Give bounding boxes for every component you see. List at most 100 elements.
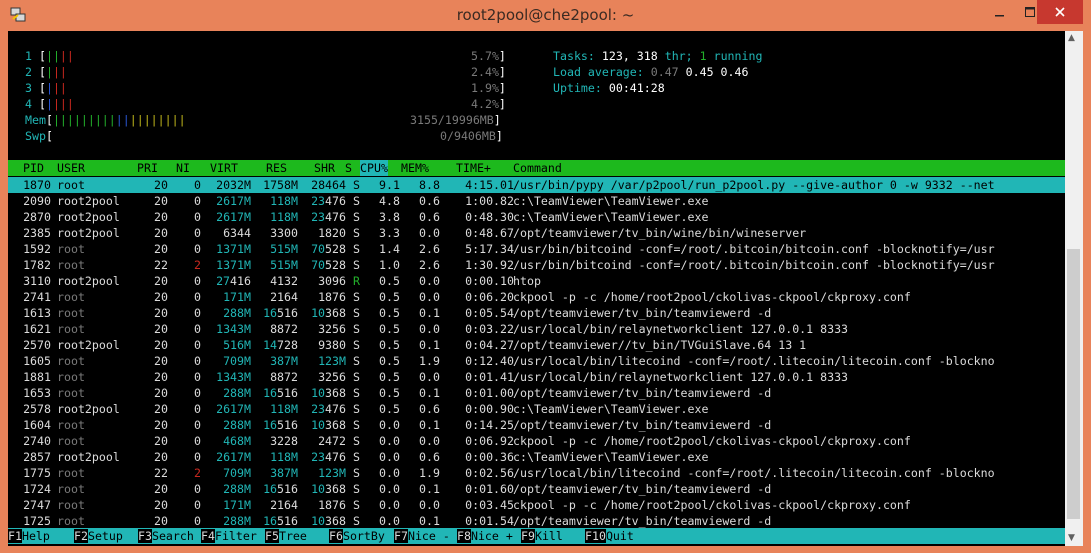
minimize-button[interactable] [984, 0, 1016, 24]
close-button[interactable] [1037, 0, 1083, 24]
cell-cmd: ckpool -p -c /home/root2pool/ckolivas-ck… [513, 434, 911, 448]
cell-cmd: ckpool -p -c /home/root2pool/ckolivas-ck… [513, 498, 911, 512]
scrollbar-thumb[interactable] [1067, 249, 1080, 519]
table-row[interactable]: 1605 root 20 0 709M 387M 123M S 0.5 1.9 0:12.40/us… [8, 353, 1065, 369]
cell-res: 16516 [263, 306, 298, 320]
table-row[interactable]: 1775 root 22 2 709M 387M 123M S 0.0 1.9 0:02.56/us… [8, 465, 1065, 481]
cell-time: 4:15.01 [465, 178, 514, 192]
cell-pid: 2740 [23, 434, 51, 448]
process-list[interactable]: 1870 root 20 0 2032M 1758M 28464 S 9.1 8.8 4:15.01… [8, 177, 1065, 529]
tasks-summary: Tasks: 123, 318 thr; 1 running [553, 49, 763, 63]
col-mem[interactable]: MEM% [401, 160, 429, 176]
table-row[interactable]: 2857 root2pool 20 0 2617M 118M 23476 S 0.0 0.6 0:0… [8, 449, 1065, 465]
table-row[interactable]: 1621 root 20 0 1343M 8872 3256 S 0.5 0.0 0:03.22/u… [8, 321, 1065, 337]
col-user[interactable]: USER [57, 160, 85, 176]
cell-mem: 2.6 [419, 258, 440, 272]
table-row[interactable]: 1653 root 20 0 288M 16516 10368 S 0.5 0.1 0:01.00/… [8, 385, 1065, 401]
cell-pri: 20 [154, 418, 168, 432]
scrollbar[interactable]: ▲ ▼ [1065, 31, 1083, 546]
cell-s: S [353, 338, 360, 352]
cell-user: root [57, 434, 85, 448]
table-row[interactable]: 2870 root2pool 20 0 2617M 118M 23476 S 3.8 0.6 0:4… [8, 209, 1065, 225]
col-shr[interactable]: SHR [314, 160, 335, 176]
fkey-f2[interactable]: F2Setup [74, 528, 130, 544]
fkey-f3[interactable]: F3Search [138, 528, 194, 544]
fkey-f5[interactable]: F5Tree [265, 528, 321, 544]
table-row[interactable]: 1725 root 20 0 288M 16516 10368 S 0.0 0.1 0:01.54/… [8, 513, 1065, 529]
cell-s: S [353, 514, 360, 528]
fkey-key: F3 [138, 529, 152, 543]
fkey-f6[interactable]: F6SortBy [329, 528, 385, 544]
cell-shr: 28464 [311, 178, 346, 192]
cell-cpu: 0.5 [379, 402, 400, 416]
table-row[interactable]: 2090 root2pool 20 0 2617M 118M 23476 S 4.8 0.6 1:0… [8, 193, 1065, 209]
table-row[interactable]: 2741 root 20 0 171M 2164 1876 S 0.5 0.0 0:06.20 ckp… [8, 289, 1065, 305]
cell-res: 16516 [263, 418, 298, 432]
cell-time: 0:48.30 [465, 210, 514, 224]
fkey-f8[interactable]: F8Nice + [457, 528, 513, 544]
col-s[interactable]: S [345, 160, 352, 176]
terminal-area[interactable]: 1 [|||| 5.7%] 2 [||| 2.4%] 3 [||| 1.9%] … [8, 31, 1065, 546]
col-pri[interactable]: PRI [137, 160, 158, 176]
cell-mem: 0.0 [419, 226, 440, 240]
cell-time: 0:01.00 [465, 386, 514, 400]
cell-virt: 2617M [216, 194, 251, 208]
table-row[interactable]: 1724 root 20 0 288M 16516 10368 S 0.0 0.1 0:01.60/… [8, 481, 1065, 497]
cell-mem: 0.0 [419, 274, 440, 288]
uptime: Uptime: 00:41:28 [553, 81, 665, 95]
col-pid[interactable]: PID [23, 160, 44, 176]
fkey-f7[interactable]: F7Nice - [394, 528, 450, 544]
cell-pid: 1725 [23, 514, 51, 528]
cell-pri: 20 [154, 242, 168, 256]
table-row[interactable]: 1613 root 20 0 288M 16516 10368 S 0.5 0.1 0:05.54/… [8, 305, 1065, 321]
cell-time: 0:00.10 [465, 274, 514, 288]
cell-cpu: 0.0 [379, 434, 400, 448]
function-key-bar: F1Help F2Setup F3Search F4Filter F5Tree F6… [8, 528, 1065, 544]
process-table-header[interactable]: PID USER PRI NI VIRT RES SHR S CPU% MEM%… [8, 160, 1065, 176]
cell-ni: 0 [194, 178, 201, 192]
terminal-window: root2pool@che2pool: ~ 1 [|||| 5.7%] 2 [|… [0, 0, 1091, 553]
table-row-selected[interactable]: 1870 root 20 0 2032M 1758M 28464 S 9.1 8.8 4:15.01… [8, 177, 1065, 193]
fkey-key: F5 [265, 529, 279, 543]
col-time[interactable]: TIME+ [456, 160, 491, 176]
cell-s: S [353, 322, 360, 336]
fkey-f4[interactable]: F4Filter [201, 528, 257, 544]
col-cpu[interactable]: CPU% [360, 160, 388, 176]
col-command[interactable]: Command [513, 160, 562, 176]
cell-ni: 0 [194, 338, 201, 352]
table-row[interactable]: 1782 root 22 2 1371M 515M 70528 S 1.0 2.6 1:30.92/… [8, 257, 1065, 273]
fkey-f1[interactable]: F1Help [8, 528, 64, 544]
cell-ni: 0 [194, 386, 201, 400]
fkey-f9[interactable]: F9Kill [521, 528, 577, 544]
cell-pid: 2570 [23, 338, 51, 352]
fkey-f10[interactable]: F10Quit [585, 528, 634, 544]
cell-pid: 2385 [23, 226, 51, 240]
scroll-up-icon[interactable]: ▲ [1068, 33, 1075, 43]
cell-cmd: /usr/local/bin/litecoind -conf=/root/.li… [513, 354, 995, 368]
col-res[interactable]: RES [266, 160, 287, 176]
cell-ni: 0 [194, 274, 201, 288]
cell-shr: 70528 [311, 258, 346, 272]
cell-virt: 6344 [223, 226, 251, 240]
cell-user: root [57, 258, 85, 272]
cell-s: S [353, 386, 360, 400]
cell-virt: 27416 [216, 274, 251, 288]
table-row[interactable]: 2740 root 20 0 468M 3228 2472 S 0.0 0.0 0:06.92 ckp… [8, 433, 1065, 449]
table-row[interactable]: 2578 root2pool 20 0 2617M 118M 23476 S 0.5 0.6 0:0… [8, 401, 1065, 417]
table-row[interactable]: 2385 root2pool 20 0 6344 3300 1820 S 3.3 0.0 0:48.… [8, 225, 1065, 241]
cell-mem: 0.0 [419, 290, 440, 304]
col-ni[interactable]: NI [176, 160, 190, 176]
col-virt[interactable]: VIRT [210, 160, 238, 176]
cell-ni: 0 [194, 210, 201, 224]
table-row[interactable]: 3110 root2pool 20 0 27416 4132 3096 R 0.5 0.0 0:00… [8, 273, 1065, 289]
table-row[interactable]: 1592 root 20 0 1371M 515M 70528 S 1.4 2.6 5:17.34/… [8, 241, 1065, 257]
table-row[interactable]: 2570 root2pool 20 0 516M 14728 9380 S 0.5 0.1 0:04… [8, 337, 1065, 353]
cell-mem: 1.9 [419, 466, 440, 480]
cell-time: 0:12.40 [465, 354, 514, 368]
scroll-down-icon[interactable]: ▼ [1068, 533, 1075, 543]
cell-mem: 0.0 [419, 370, 440, 384]
table-row[interactable]: 2747 root 20 0 171M 2164 1876 S 0.0 0.0 0:03.45 ckp… [8, 497, 1065, 513]
table-row[interactable]: 1881 root 20 0 1343M 8872 3256 S 0.5 0.0 0:01.41/u… [8, 369, 1065, 385]
table-row[interactable]: 1604 root 20 0 288M 16516 10368 S 0.0 0.1 0:14.25/… [8, 417, 1065, 433]
title-bar[interactable]: root2pool@che2pool: ~ [0, 0, 1091, 30]
